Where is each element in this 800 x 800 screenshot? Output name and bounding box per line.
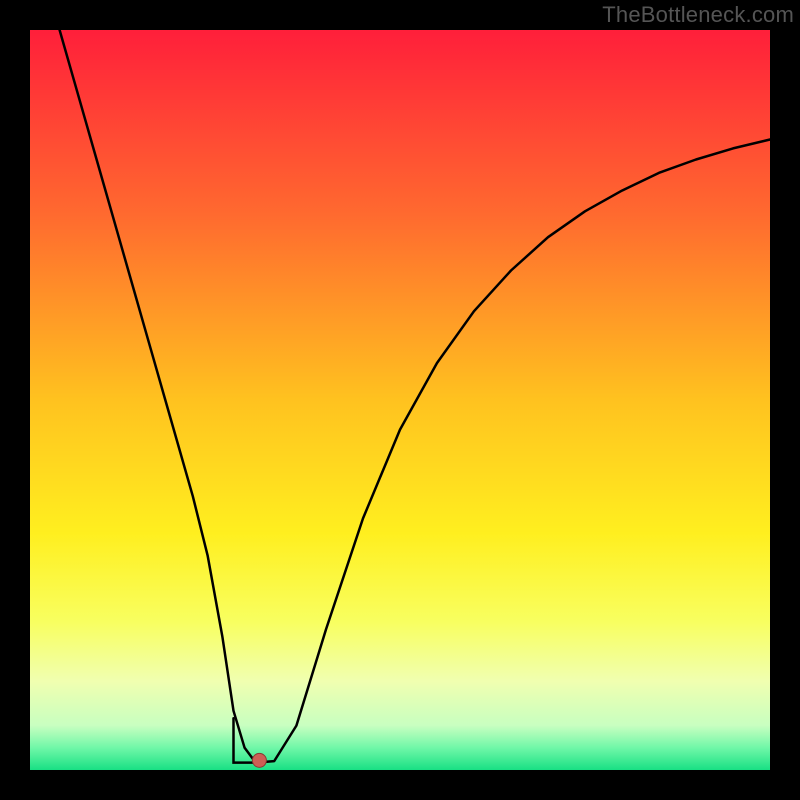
bottleneck-chart (0, 0, 800, 800)
plot-background (30, 30, 770, 770)
optimal-point-marker (252, 753, 266, 767)
chart-frame: TheBottleneck.com (0, 0, 800, 800)
